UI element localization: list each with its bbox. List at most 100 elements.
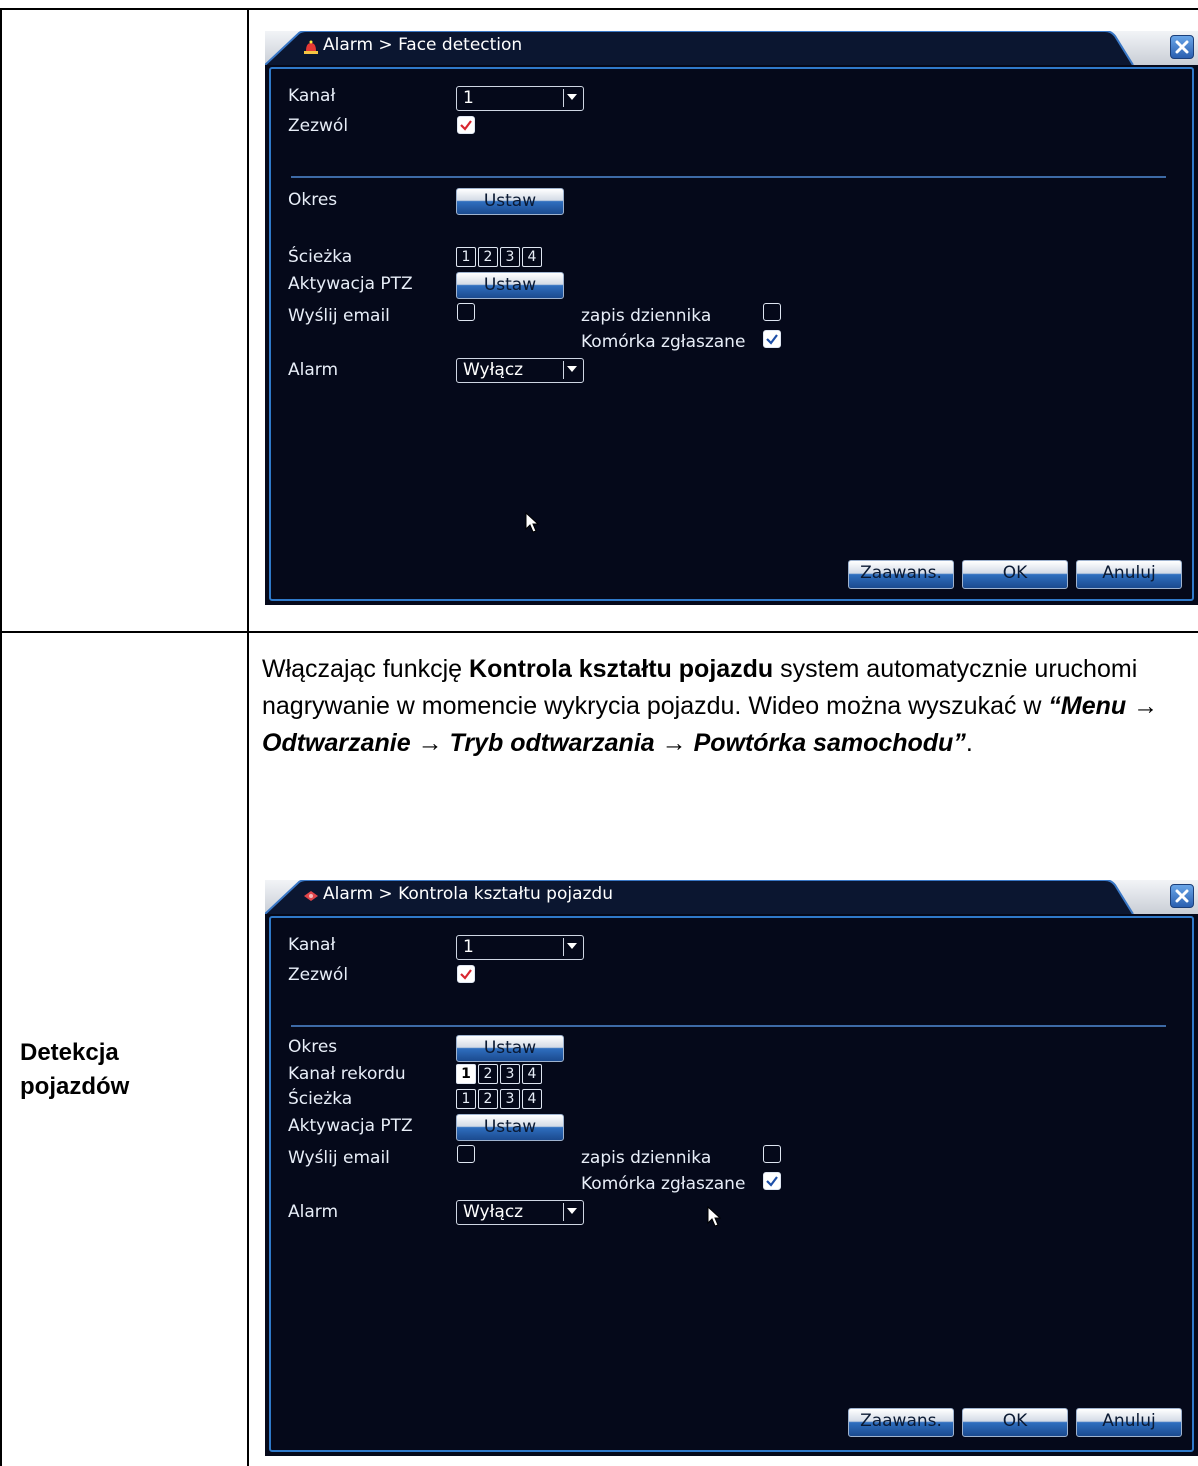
window-title: Alarm > Face detection <box>323 35 523 55</box>
ok-button[interactable]: OK <box>962 560 1068 589</box>
channel-select[interactable]: 1 <box>456 935 584 960</box>
vehicle-detection-label: Detekcja pojazdów <box>20 1039 130 1100</box>
alarm-select-value: Wyłącz <box>463 360 524 380</box>
section-separator <box>291 176 1166 178</box>
cancel-button[interactable]: Anuluj <box>1076 560 1182 589</box>
alarm-label: Alarm <box>288 360 339 380</box>
advanced-button-label: Zaawans. <box>860 563 942 583</box>
chevron-down-icon <box>563 89 581 107</box>
window-titlebar: Alarm > Kontrola kształtu pojazdu <box>265 880 1198 914</box>
record-channel-3[interactable]: 3 <box>500 1064 520 1084</box>
ptz-set-button-label: Ustaw <box>483 1117 537 1137</box>
channel-select[interactable]: 1 <box>456 86 584 111</box>
chevron-down-icon <box>563 1203 581 1221</box>
path-channel-3[interactable]: 3 <box>500 247 520 267</box>
chevron-down-icon <box>563 361 581 379</box>
period-label: Okres <box>288 1037 338 1057</box>
channel-select-value: 1 <box>463 88 474 108</box>
close-button[interactable] <box>1170 884 1194 908</box>
mobile-report-checkbox[interactable] <box>763 1172 781 1190</box>
ok-button-label: OK <box>1002 1411 1028 1431</box>
enable-label: Zezwól <box>288 965 349 985</box>
alarm-label: Alarm <box>288 1202 339 1222</box>
path-channel-4[interactable]: 4 <box>522 247 542 267</box>
advanced-button[interactable]: Zaawans. <box>848 560 954 589</box>
close-icon <box>1175 40 1189 54</box>
path-channel-3[interactable]: 3 <box>500 1089 520 1109</box>
channel-label: Kanał <box>288 86 336 106</box>
mobile-report-label: Komórka zgłaszane <box>581 332 746 352</box>
face-detection-window: Alarm > Face detection Kanał 1 Zezwól Ok… <box>265 31 1198 605</box>
channel-label: Kanał <box>288 935 336 955</box>
period-set-button[interactable]: Ustaw <box>456 188 564 215</box>
checkmark-icon <box>766 1176 778 1187</box>
record-channel-2[interactable]: 2 <box>478 1064 498 1084</box>
send-email-checkbox[interactable] <box>457 303 475 321</box>
record-channel-1[interactable]: 1 <box>456 1064 476 1084</box>
vehicle-detection-description: Włączając funkcję Kontrola kształtu poja… <box>262 651 1182 762</box>
alarm-siren-icon <box>303 39 319 55</box>
checkmark-icon <box>460 120 472 131</box>
checkmark-icon <box>460 969 472 980</box>
checkmark-icon <box>766 334 778 345</box>
path-channel-4[interactable]: 4 <box>522 1089 542 1109</box>
log-checkbox[interactable] <box>763 303 781 321</box>
send-email-label: Wyślij email <box>288 1148 390 1168</box>
enable-label: Zezwól <box>288 116 349 136</box>
ptz-label: Aktywacja PTZ <box>288 274 413 294</box>
alarm-select[interactable]: Wyłącz <box>456 1200 584 1225</box>
table-border-left <box>0 8 2 1466</box>
ok-button[interactable]: OK <box>962 1408 1068 1437</box>
table-row-divider <box>0 631 1198 633</box>
path-channel-1[interactable]: 1 <box>456 247 476 267</box>
ptz-set-button-label: Ustaw <box>483 275 537 295</box>
enable-checkbox[interactable] <box>457 116 475 134</box>
cancel-button[interactable]: Anuluj <box>1076 1408 1182 1437</box>
period-label: Okres <box>288 190 338 210</box>
chevron-down-icon <box>563 938 581 956</box>
period-set-button[interactable]: Ustaw <box>456 1035 564 1062</box>
log-label: zapis dziennika <box>581 1148 712 1168</box>
mobile-report-checkbox[interactable] <box>763 330 781 348</box>
vehicle-shape-window: Alarm > Kontrola kształtu pojazdu Kanał … <box>265 880 1198 1456</box>
mouse-pointer-icon <box>707 1206 721 1227</box>
path-label: Ścieżka <box>288 247 353 267</box>
mouse-pointer-icon <box>525 512 539 533</box>
log-label: zapis dziennika <box>581 306 712 326</box>
advanced-button-label: Zaawans. <box>860 1411 942 1431</box>
table-border-top <box>0 8 1198 10</box>
path-channel-2[interactable]: 2 <box>478 247 498 267</box>
advanced-button[interactable]: Zaawans. <box>848 1408 954 1437</box>
ptz-set-button[interactable]: Ustaw <box>456 272 564 299</box>
send-email-label: Wyślij email <box>288 306 390 326</box>
table-column-divider <box>247 8 249 1466</box>
path-channel-2[interactable]: 2 <box>478 1089 498 1109</box>
ptz-set-button[interactable]: Ustaw <box>456 1114 564 1141</box>
alarm-select[interactable]: Wyłącz <box>456 358 584 383</box>
record-channel-4[interactable]: 4 <box>522 1064 542 1084</box>
section-separator <box>291 1025 1166 1027</box>
cancel-button-label: Anuluj <box>1102 563 1156 583</box>
alarm-select-value: Wyłącz <box>463 1202 524 1222</box>
alarm-siren-icon <box>303 888 319 904</box>
window-body: Kanał 1 Zezwól Okres Ustaw Kanał rekordu… <box>265 914 1198 1456</box>
description-feature-name: Kontrola kształtu pojazdu <box>469 655 774 683</box>
ptz-label: Aktywacja PTZ <box>288 1116 413 1136</box>
enable-checkbox[interactable] <box>457 965 475 983</box>
record-channel-label: Kanał rekordu <box>288 1064 406 1084</box>
cancel-button-label: Anuluj <box>1102 1411 1156 1431</box>
send-email-checkbox[interactable] <box>457 1145 475 1163</box>
window-body: Kanał 1 Zezwól Okres Ustaw Ścieżka 1 2 3… <box>265 65 1198 605</box>
path-channel-1[interactable]: 1 <box>456 1089 476 1109</box>
log-checkbox[interactable] <box>763 1145 781 1163</box>
close-button[interactable] <box>1170 35 1194 59</box>
period-set-button-label: Ustaw <box>483 1038 537 1058</box>
window-titlebar: Alarm > Face detection <box>265 31 1198 65</box>
path-label: Ścieżka <box>288 1089 353 1109</box>
close-icon <box>1175 889 1189 903</box>
window-title: Alarm > Kontrola kształtu pojazdu <box>323 884 613 904</box>
description-text: . <box>965 729 973 757</box>
description-text: Włączając funkcję <box>262 655 470 683</box>
period-set-button-label: Ustaw <box>483 191 537 211</box>
mobile-report-label: Komórka zgłaszane <box>581 1174 746 1194</box>
